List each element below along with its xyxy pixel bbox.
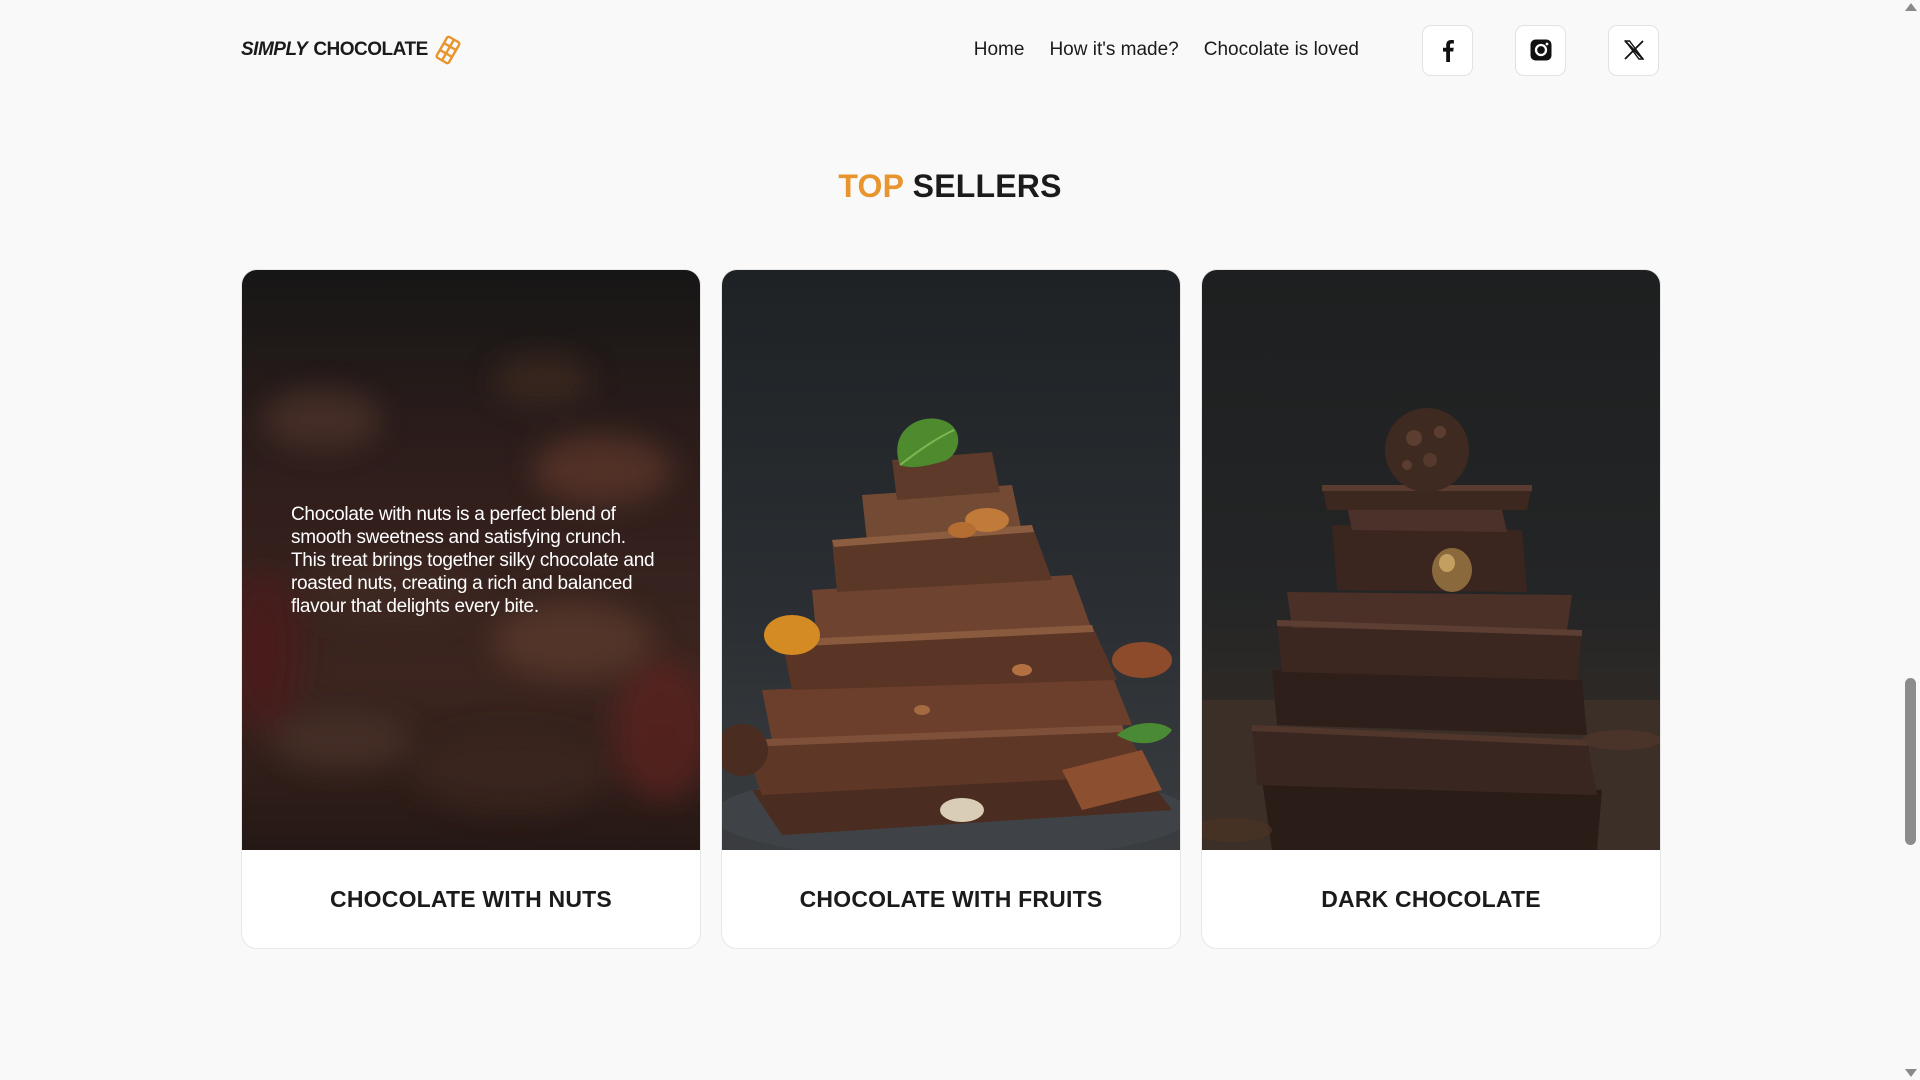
product-description-nuts: Chocolate with nuts is a perfect blend o… (291, 504, 655, 617)
chocolate-bar-icon (435, 35, 461, 65)
product-title-dark: DARK CHOCOLATE (1321, 885, 1541, 912)
product-card-fruits[interactable]: CHOCOLATE WITH FRUITS (721, 269, 1181, 949)
vertical-scrollbar[interactable] (1900, 0, 1920, 1080)
product-card-nuts[interactable]: Chocolate with nuts is a perfect blend o… (241, 269, 701, 949)
product-title-fruits: CHOCOLATE WITH FRUITS (799, 885, 1103, 912)
page: SIMPLY CHOCOLATE Home How it's made? Cho… (0, 0, 1920, 1080)
section-title-accent: TOP (838, 168, 904, 204)
scrollbar-thumb[interactable] (1905, 678, 1916, 845)
site-header: SIMPLY CHOCOLATE Home How it's made? Cho… (241, 24, 1659, 76)
facebook-icon (1442, 40, 1454, 62)
instagram-button[interactable] (1515, 24, 1566, 76)
product-card-dark[interactable]: DARK CHOCOLATE (1201, 269, 1661, 949)
product-title-nuts: CHOCOLATE WITH NUTS (330, 885, 612, 912)
product-image-nuts: Chocolate with nuts is a perfect blend o… (242, 270, 700, 850)
nav-chocolate-is-loved[interactable]: Chocolate is loved (1204, 39, 1359, 61)
instagram-icon (1530, 39, 1551, 61)
facebook-button[interactable] (1422, 24, 1473, 76)
scroll-up-arrow-icon[interactable] (1905, 3, 1917, 11)
nav-how-its-made[interactable]: How it's made? (1049, 39, 1178, 61)
nav-home[interactable]: Home (974, 39, 1025, 61)
social-links (1397, 24, 1659, 76)
section-title-rest: SELLERS (912, 168, 1062, 204)
brand-logo[interactable]: SIMPLY CHOCOLATE (241, 35, 462, 65)
product-image-fruits (722, 270, 1180, 850)
x-icon (1623, 40, 1644, 60)
x-button[interactable] (1608, 24, 1659, 76)
main-nav: Home How it's made? Chocolate is loved (949, 24, 1659, 76)
product-image-dark (1202, 270, 1660, 850)
product-cards: Chocolate with nuts is a perfect blend o… (241, 269, 1661, 949)
scroll-down-arrow-icon[interactable] (1905, 1069, 1917, 1077)
brand-chocolate: CHOCOLATE (313, 39, 428, 60)
section-title: TOP SELLERS (0, 168, 1900, 205)
brand-simply: SIMPLY (241, 39, 308, 60)
